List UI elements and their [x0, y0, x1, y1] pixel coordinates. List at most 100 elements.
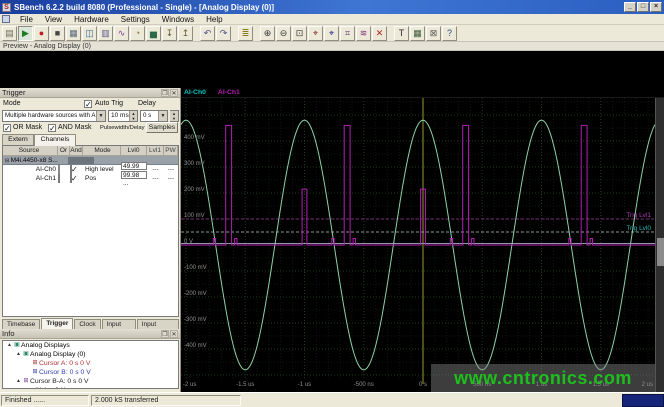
table-group-row[interactable]: ⊟ M4i.4450-x8 S... [3, 156, 178, 165]
tab-timebase[interactable]: Timebase [2, 319, 41, 329]
auto-trig-checkbox[interactable] [84, 100, 92, 109]
cursor-b-icon: ⊞ [32, 369, 38, 375]
table-row[interactable]: AI-Ch1 Pos 99.98 ... --- --- [3, 170, 178, 187]
menu-item-view[interactable]: View [39, 14, 68, 25]
tree-item[interactable]: ▲ ▣ Analog Displays [3, 341, 178, 350]
tree-item[interactable]: ⊞ Cursor B: 0 s 0 V [3, 368, 178, 377]
stop-icon[interactable]: ■ [50, 25, 65, 41]
tab-input-mode[interactable]: Input Mode [101, 319, 136, 337]
info-panel-header[interactable]: Info ❐ ✕ [0, 329, 180, 339]
menu-item-windows[interactable]: Windows [156, 14, 200, 25]
tree-item[interactable]: x(Hz) = 0 Hz [3, 386, 178, 388]
maximize-button[interactable]: □ [637, 2, 649, 12]
tree-item[interactable]: ⊞ Cursor A: 0 s 0 V [3, 359, 178, 368]
text-note-icon[interactable]: T [394, 25, 409, 41]
close-button[interactable]: × [650, 2, 662, 12]
help-icon[interactable]: ? [442, 25, 457, 41]
preview-canvas[interactable] [0, 51, 664, 88]
lvl0-value[interactable]: 99.98 ... [121, 170, 147, 187]
trigger-mode-select[interactable]: Multiple hardware sources with AND/OR ▼ [2, 110, 106, 122]
mdi-child-icon[interactable] [2, 15, 10, 23]
toolbar: ▤ ▶ ● ■ ▦ ◫ ▥ ∿ ◔ ▅ ↧ ↥ ↶ ↷ ≣ ⊕ ⊖ ⊡ ⌖ ⌖ ⌗ ≋ ✕ T ▦ ⊠? [0, 25, 664, 42]
tab-clock[interactable]: Clock [74, 319, 101, 329]
record-icon[interactable]: ● [34, 25, 49, 41]
tab-input-channels[interactable]: Input Channels [136, 319, 179, 337]
lvl0-value[interactable]: 49.99 ... [121, 161, 147, 178]
export-data-icon[interactable]: ↥ [178, 25, 193, 41]
digital-display-icon[interactable]: ▥ [98, 25, 113, 41]
info-panel-title: Info [2, 329, 15, 338]
spectrum-display-icon[interactable]: ∿ [114, 25, 129, 41]
title-bar[interactable]: S SBench 6.2.2 build 8080 (Professional … [0, 0, 664, 14]
delay-stepper[interactable]: ▲ ▼ [170, 110, 179, 122]
undo-icon[interactable]: ↶ [200, 25, 215, 41]
or-checkbox[interactable] [58, 174, 60, 183]
import-data-icon[interactable]: ↧ [162, 25, 177, 41]
pulsewidth-label: Pulsewidth/Delay in [100, 125, 151, 131]
chart-vertical-scrollbar[interactable] [655, 98, 664, 392]
and-checkbox[interactable] [70, 165, 72, 174]
cursor-a-icon[interactable]: ⌖ [308, 25, 323, 41]
or-mask-checkbox[interactable] [3, 124, 11, 133]
histogram-display-icon[interactable]: ▅ [146, 25, 161, 41]
menu-item-help[interactable]: Help [200, 14, 228, 25]
grid-layout-icon[interactable]: ▦ [410, 25, 425, 41]
chevron-down-icon[interactable]: ▼ [158, 111, 167, 121]
hardware-card-icon[interactable]: ▦ [66, 25, 81, 41]
channel-label-ai-ch0[interactable]: AI-Ch0 [184, 89, 206, 96]
tree-item[interactable]: ▲ ▣ Analog Display (0) [3, 350, 178, 359]
calculation-icon[interactable]: ⌗ [340, 25, 355, 41]
tab-trigger[interactable]: Trigger [41, 318, 74, 329]
pin-panel-icon[interactable]: ❐ [161, 329, 169, 338]
chevron-down-icon[interactable]: ▼ [96, 111, 105, 121]
and-mask-checkbox[interactable] [48, 124, 56, 133]
tree-item-label: Analog Display (0) [30, 351, 86, 358]
trigger-level-label: Trig Lvl0 [626, 225, 651, 232]
redo-icon[interactable]: ↷ [216, 25, 231, 41]
app-icon: S [2, 2, 11, 12]
analog-display[interactable]: Trig Lvl1 Trig Lvl0 400 mV 300 mV 200 mV 100 … [181, 98, 664, 392]
waveform-ai-ch1 [181, 124, 655, 246]
cursor-b-icon[interactable]: ⌖ [324, 25, 339, 41]
start-preview-icon[interactable]: ▶ [18, 25, 33, 41]
or-checkbox[interactable] [58, 165, 60, 174]
samples-button[interactable]: Samples [146, 122, 178, 133]
cursor-a-icon: ⊞ [32, 360, 38, 366]
expand-arrow-icon[interactable]: ▲ [15, 350, 22, 359]
trigger-timeout-input[interactable]: 10 ms ▲ ▼ [108, 110, 138, 122]
channel-label-ai-ch1[interactable]: AI-Ch1 [218, 89, 240, 96]
save-data-icon[interactable]: ≣ [238, 25, 253, 41]
tab-channels[interactable]: Channels [34, 134, 76, 146]
analog-display-icon[interactable]: ◫ [82, 25, 97, 41]
menu-bar: File View Hardware Settings Windows Help [0, 14, 664, 25]
zoom-fit-icon[interactable]: ⊡ [292, 25, 307, 41]
minimize-button[interactable]: _ [624, 2, 636, 12]
fft-icon[interactable]: ≋ [356, 25, 371, 41]
zoom-out-icon[interactable]: ⊖ [276, 25, 291, 41]
spinner-icon[interactable]: ▲ ▼ [170, 111, 178, 121]
table-row[interactable]: AI-Ch0 High level 49.99 ... --- --- [3, 161, 178, 178]
tree-item[interactable]: ▲ ⊞ Cursor B-A: 0 s 0 V [3, 377, 178, 386]
trigger-panel-header[interactable]: Trigger ❐ ✕ [0, 88, 180, 98]
menu-item-settings[interactable]: Settings [115, 14, 156, 25]
analog-chart-svg[interactable]: Trig Lvl1 Trig Lvl0 400 mV 300 mV 200 mV 100 … [181, 98, 655, 392]
expand-arrow-icon[interactable]: ▲ [15, 377, 22, 386]
trigger-delay-select[interactable]: 0 s ▼ [140, 110, 168, 122]
and-checkbox[interactable] [70, 174, 72, 183]
new-project-icon[interactable]: ▤ [2, 25, 17, 41]
expand-arrow-icon[interactable]: ▲ [6, 341, 13, 350]
info-panel: Info ❐ ✕ ▲ ▣ Analog Displays ▲ ▣ Analog Displ… [0, 329, 181, 392]
tab-extern[interactable]: Extern [2, 134, 34, 145]
spinner-icon[interactable]: ▲ ▼ [129, 111, 137, 121]
scrollbar-thumb[interactable] [657, 238, 664, 266]
info-tree: ▲ ▣ Analog Displays ▲ ▣ Analog Display (0) ⊞ Cu… [2, 340, 179, 389]
menu-item-file[interactable]: File [14, 14, 39, 25]
close-display-icon[interactable]: ⊠ [426, 25, 441, 41]
delete-icon[interactable]: ✕ [372, 25, 387, 41]
close-panel-icon[interactable]: ✕ [170, 88, 178, 97]
meter-display-icon[interactable]: ◔ [130, 25, 145, 41]
close-panel-icon[interactable]: ✕ [170, 329, 178, 338]
menu-item-hardware[interactable]: Hardware [68, 14, 115, 25]
zoom-in-icon[interactable]: ⊕ [260, 25, 275, 41]
float-panel-icon[interactable]: ❐ [161, 88, 169, 97]
